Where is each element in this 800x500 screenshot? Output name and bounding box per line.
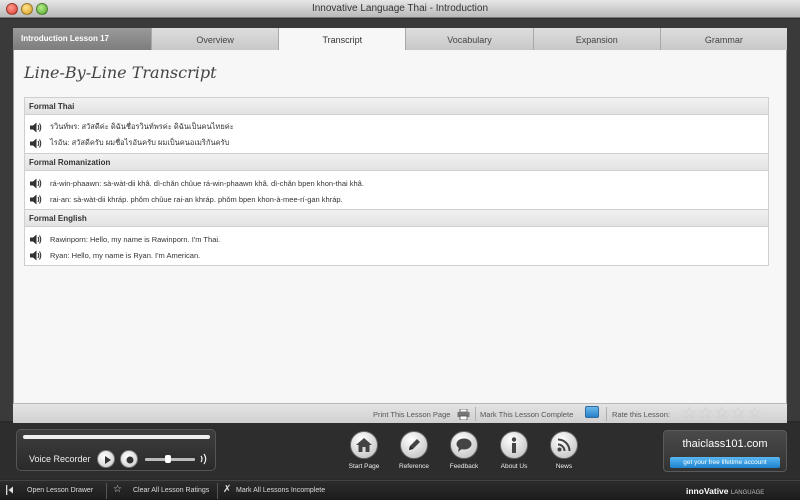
voice-recorder: Voice Recorder [16,429,216,471]
section-header-formal-thai: Formal Thai [25,98,768,115]
home-icon [350,431,378,459]
lesson-footer-bar: Print This Lesson Page Mark This Lesson … [13,403,787,423]
page-title: Line-By-Line Transcript [24,63,217,82]
mark-complete-label[interactable]: Mark This Lesson Complete [480,410,573,419]
rate-lesson-label: Rate this Lesson: [612,410,670,419]
tab-transcript[interactable]: Transcript [278,28,406,50]
section-rows-formal-romanization: rá-win-phaawn: sà-wàt-dii khâ. dì-chǎn c… [25,171,768,210]
reference-label: Reference [399,463,429,470]
transcript-line: ไรอัน: สวัสดีครับ ผมชื่อไรอันครับ ผมเป็น… [50,138,230,147]
divider [475,407,476,421]
divider [606,407,607,421]
promo-box: thaiclass101.com get your free lifetime … [663,430,787,472]
rating-star-icon[interactable]: ☆ [731,405,745,422]
reference-button[interactable]: Reference [395,431,433,470]
divider [106,483,107,499]
x-mark-icon[interactable]: ✗ [223,485,231,495]
feedback-button[interactable]: Feedback [445,431,483,470]
star-outline-icon[interactable]: ☆ [113,485,122,495]
transcript-row: ไรอัน: สวัสดีครับ ผมชื่อไรอันครับ ผมเป็น… [25,135,768,151]
tab-vocabulary[interactable]: Vocabulary [405,28,533,50]
start-page-button[interactable]: Start Page [345,431,383,470]
about-us-label: About Us [500,463,528,470]
window-title: Innovative Language Thai - Introduction [311,3,489,14]
tab-expansion[interactable]: Expansion [532,28,660,50]
volume-slider-knob[interactable] [164,455,171,463]
news-button[interactable]: News [545,431,583,470]
title-bar: Innovative Language Thai - Introduction [0,0,800,18]
speaker-icon[interactable] [25,176,47,190]
transcript-row: Ryan: Hello, my name is Ryan. I'm Americ… [25,247,768,263]
transcript-line: รวินท์พร: สวัสดีค่ะ ดิฉันชื่อรวินท์พรค่ะ… [50,122,234,131]
play-button[interactable] [97,450,115,468]
nav-buttons: Start Page Reference Feedback About Us N… [345,431,583,470]
tab-grammar[interactable]: Grammar [659,28,788,50]
volume-icon [199,452,209,470]
transcript-table: Formal Thai รวินท์พร: สวัสดีค่ะ ดิฉันชื่… [24,97,769,266]
transcript-line: Rawinporn: Hello, my name is Rawinporn. … [50,234,221,244]
transcript-row: rai-an: sà-wàt-dii khráp. phǒm chûue rai… [25,191,768,207]
drawer-icon[interactable] [6,485,14,498]
speaker-icon[interactable] [25,232,47,246]
rating-star-icon[interactable]: ☆ [715,405,729,422]
speaker-icon[interactable] [25,136,47,150]
innovative-language-logo: innoVative LANGUAGE [686,486,764,496]
status-bar: Open Lesson Drawer ☆ Clear All Lesson Ra… [0,480,800,500]
rss-icon [550,431,578,459]
rating-star-icon[interactable]: ☆ [682,405,696,422]
speech-bubble-icon [450,431,478,459]
start-page-label: Start Page [348,463,380,470]
print-lesson-link[interactable]: Print This Lesson Page [373,410,450,419]
section-rows-formal-english: Rawinporn: Hello, my name is Rawinporn. … [25,227,768,265]
record-button[interactable] [120,450,138,468]
divider [217,483,218,499]
feedback-label: Feedback [449,463,479,470]
rating-stars: ☆ ☆ ☆ ☆ ☆ [682,405,762,422]
pen-icon [400,431,428,459]
mark-complete-checkbox[interactable] [585,406,599,418]
section-header-formal-romanization: Formal Romanization [25,154,768,171]
tab-overview[interactable]: Overview [151,28,279,50]
brand-name: innoVative [686,486,729,496]
transcript-row: Rawinporn: Hello, my name is Rawinporn. … [25,231,768,247]
bottom-controls: Voice Recorder Start Page Reference Feed… [0,423,800,479]
speaker-icon[interactable] [25,192,47,206]
mark-all-incomplete-button[interactable]: Mark All Lessons Incomplete [236,487,325,494]
free-account-button[interactable]: get your free lifetime account [670,457,780,468]
transcript-line: Ryan: Hello, my name is Ryan. I'm Americ… [50,250,201,260]
transcript-row: รวินท์พร: สวัสดีค่ะ ดิฉันชื่อรวินท์พรค่ะ… [25,119,768,135]
transcript-line: rai-an: sà-wàt-dii khráp. phǒm chûue rai… [50,194,343,204]
lesson-tabs: Introduction Lesson 17 Overview Transcri… [13,28,788,50]
promo-site-name[interactable]: thaiclass101.com [664,438,786,450]
rating-star-icon[interactable]: ☆ [698,405,712,422]
clear-ratings-button[interactable]: Clear All Lesson Ratings [133,487,209,494]
rating-star-icon[interactable]: ☆ [747,405,761,422]
recorder-progress-bar [23,435,210,439]
about-us-button[interactable]: About Us [495,431,533,470]
lesson-label: Introduction Lesson 17 [13,28,151,50]
section-rows-formal-thai: รวินท์พร: สวัสดีค่ะ ดิฉันชื่อรวินท์พรค่ะ… [25,115,768,154]
speaker-icon[interactable] [25,120,47,134]
info-icon [500,431,528,459]
transcript-row: rá-win-phaawn: sà-wàt-dii khâ. dì-chǎn c… [25,175,768,191]
brand-sub: LANGUAGE [730,490,765,496]
news-label: News [555,463,573,470]
open-lesson-drawer-button[interactable]: Open Lesson Drawer [27,487,93,494]
speaker-icon[interactable] [25,248,47,262]
transcript-line: rá-win-phaawn: sà-wàt-dii khâ. dì-chǎn c… [50,178,364,188]
section-header-formal-english: Formal English [25,210,768,227]
voice-recorder-label: Voice Recorder [29,454,91,464]
printer-icon[interactable] [457,407,470,421]
